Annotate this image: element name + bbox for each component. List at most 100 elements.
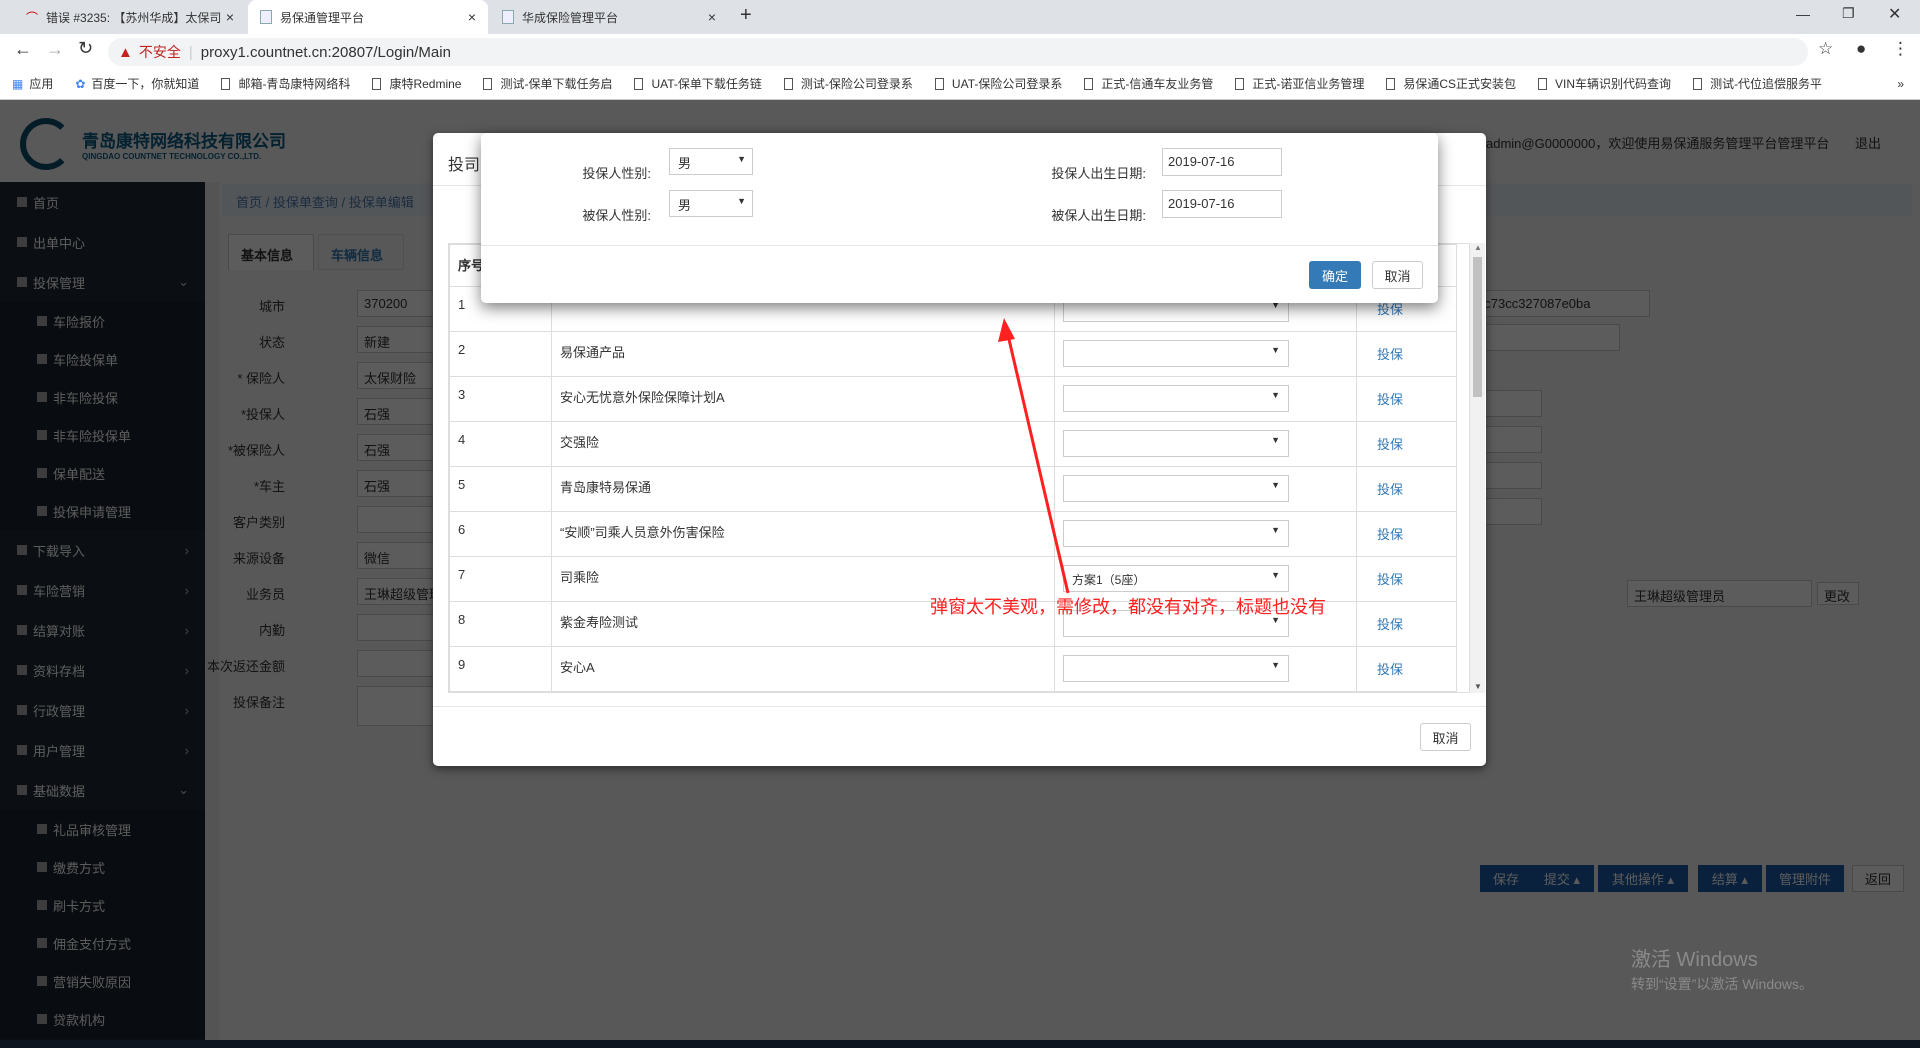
bookmark-item[interactable]: VIN车辆识别代码查询 bbox=[1538, 75, 1671, 92]
plan-select[interactable]: ▼ bbox=[1063, 475, 1289, 502]
sidebar-item[interactable]: 佣金支付方式 bbox=[0, 924, 205, 962]
url-text[interactable]: proxy1.countnet.cn:20807/Login/Main bbox=[201, 44, 451, 61]
insured-dob-input[interactable]: 2019-07-16 bbox=[1162, 190, 1282, 218]
plan-cell: ▼ bbox=[1054, 331, 1357, 377]
bookmarks-overflow-button[interactable]: » bbox=[1897, 77, 1904, 91]
bookmark-item[interactable]: 邮箱-青岛康特网络科 bbox=[221, 75, 350, 92]
sidebar-item[interactable]: 刷卡方式 bbox=[0, 886, 205, 924]
bookmark-item[interactable]: 正式-诺亚信业务管理 bbox=[1235, 75, 1364, 92]
insured-gender-select[interactable]: 男 ▼ bbox=[669, 190, 753, 217]
change-team-user-button[interactable]: 更改 bbox=[1817, 582, 1859, 605]
plan-select[interactable]: ▼ bbox=[1063, 520, 1289, 547]
action-button[interactable]: 返回 bbox=[1852, 865, 1904, 892]
bookmark-star-icon[interactable]: ☆ bbox=[1818, 39, 1833, 59]
close-tab-icon[interactable]: × bbox=[226, 9, 234, 25]
breadcrumb-item[interactable]: 投保单查询 bbox=[273, 195, 338, 210]
insure-link[interactable]: 投保 bbox=[1377, 662, 1403, 677]
scrollbar-thumb[interactable] bbox=[1473, 257, 1482, 397]
applicant-gender-select[interactable]: 男 ▼ bbox=[669, 148, 753, 175]
bookmark-item[interactable]: ✿ 百度一下，你就知道 bbox=[75, 75, 199, 92]
row-number: 4 bbox=[449, 421, 552, 467]
bookmark-item[interactable]: 测试-保单下载任务启 bbox=[483, 75, 612, 92]
browser-tab-bar: ⌒ 错误 #3235: 【苏州华成】太保司 × 易保通管理平台 × 华成保险管理平台 ×… bbox=[0, 0, 1920, 34]
minimize-button[interactable]: — bbox=[1796, 6, 1810, 22]
sidebar-item[interactable]: 礼品审核管理 bbox=[0, 810, 205, 848]
close-tab-icon[interactable]: × bbox=[708, 9, 716, 25]
browser-tab[interactable]: 华成保险管理平台 × bbox=[490, 0, 728, 34]
new-tab-button[interactable]: + bbox=[740, 4, 752, 27]
plan-select[interactable]: ▼ bbox=[1063, 430, 1289, 457]
sidebar-item[interactable]: 基础数据 ⌄ bbox=[0, 770, 205, 810]
modal-cancel-button[interactable]: 取消 bbox=[1420, 723, 1471, 751]
action-button[interactable]: 其他操作 ▴ bbox=[1598, 865, 1688, 892]
bookmark-item[interactable]: 测试-代位追偿服务平 bbox=[1693, 75, 1822, 92]
insure-link[interactable]: 投保 bbox=[1377, 527, 1403, 542]
breadcrumb-item[interactable]: 首页 bbox=[236, 195, 262, 210]
cancel-button[interactable]: 取消 bbox=[1372, 261, 1423, 289]
action-cell: 投保 bbox=[1356, 601, 1457, 647]
grid-icon bbox=[37, 900, 47, 910]
sidebar-item[interactable]: 贷款机构 bbox=[0, 1000, 205, 1038]
scroll-up-icon[interactable]: ▲ bbox=[1474, 243, 1482, 252]
close-tab-icon[interactable]: × bbox=[468, 9, 476, 25]
action-button[interactable]: 结算 ▴ bbox=[1698, 865, 1762, 892]
url-bar[interactable]: ▲ 不安全 | proxy1.countnet.cn:20807/Login/M… bbox=[108, 38, 1808, 66]
bookmark-item[interactable]: 测试-保险公司登录系 bbox=[783, 75, 913, 92]
caret-down-icon: ▼ bbox=[1271, 525, 1280, 535]
bookmark-item[interactable]: 易保通CS正式安装包 bbox=[1386, 75, 1516, 92]
tab-vehicle-info[interactable]: 车辆信息 bbox=[318, 234, 404, 270]
scroll-down-icon[interactable]: ▼ bbox=[1474, 682, 1482, 691]
grid-icon bbox=[37, 506, 47, 516]
tab-basic-info[interactable]: 基本信息 bbox=[228, 234, 314, 270]
browser-tab-active[interactable]: 易保通管理平台 × bbox=[248, 0, 488, 34]
back-button[interactable]: ← bbox=[14, 39, 32, 60]
plan-select[interactable]: ▼ bbox=[1063, 340, 1289, 367]
menu-icon bbox=[17, 625, 27, 635]
logout-link[interactable]: 退出 bbox=[1855, 133, 1881, 152]
caret-down-icon: ▼ bbox=[1271, 570, 1280, 580]
insure-link[interactable]: 投保 bbox=[1377, 437, 1403, 452]
bookmark-item[interactable]: UAT-保单下载任务链 bbox=[634, 75, 762, 92]
action-button[interactable]: 管理附件 bbox=[1766, 865, 1844, 892]
bookmark-page-icon bbox=[1386, 77, 1396, 90]
sidebar-item[interactable]: 缴费方式 bbox=[0, 848, 205, 886]
sidebar-item[interactable]: 营销失败原因 bbox=[0, 962, 205, 1000]
insure-link[interactable]: 投保 bbox=[1377, 482, 1403, 497]
insure-link[interactable]: 投保 bbox=[1377, 347, 1403, 362]
insure-link[interactable]: 投保 bbox=[1377, 392, 1403, 407]
insure-link[interactable]: 投保 bbox=[1377, 617, 1403, 632]
bookmark-item[interactable]: ▦ 应用 bbox=[12, 75, 53, 92]
sidebar-item[interactable]: 出单中心 bbox=[0, 222, 205, 262]
insure-link[interactable]: 投保 bbox=[1377, 572, 1403, 587]
text-field[interactable] bbox=[1470, 324, 1620, 351]
plan-select[interactable]: ▼ bbox=[1063, 385, 1289, 412]
restore-button[interactable]: ❐ bbox=[1842, 5, 1855, 22]
id-field[interactable]: bc73cc327087e0ba bbox=[1470, 290, 1650, 317]
bookmark-item[interactable]: 康特Redmine bbox=[372, 75, 461, 92]
grid-icon bbox=[37, 862, 47, 872]
field-label: 内勤 bbox=[258, 623, 285, 638]
forward-button[interactable]: → bbox=[46, 39, 64, 60]
action-button[interactable]: 提交 ▴ bbox=[1530, 865, 1594, 892]
applicant-dob-input[interactable]: 2019-07-16 bbox=[1162, 148, 1282, 176]
action-cell: 投保 bbox=[1356, 556, 1457, 602]
browser-tab[interactable]: ⌒ 错误 #3235: 【苏州华成】太保司 × bbox=[14, 0, 246, 34]
sidebar-item[interactable]: 用户管理 › bbox=[0, 730, 205, 770]
menu-icon[interactable]: ⋮ bbox=[1892, 39, 1909, 59]
profile-icon[interactable]: ● bbox=[1856, 39, 1866, 59]
table-scrollbar[interactable]: ▲ ▼ bbox=[1470, 243, 1485, 693]
confirm-button[interactable]: 确定 bbox=[1309, 261, 1361, 289]
close-window-button[interactable]: ✕ bbox=[1888, 4, 1901, 24]
insure-link[interactable]: 投保 bbox=[1377, 302, 1403, 317]
plan-select[interactable]: 方案1（5座） ▼ bbox=[1063, 565, 1289, 592]
field-label: * 保险人 bbox=[237, 371, 285, 386]
bookmark-item[interactable]: UAT-保险公司登录系 bbox=[934, 75, 1062, 92]
team-user-field[interactable]: 王琳超级管理员 bbox=[1627, 580, 1812, 607]
caret-down-icon: ▼ bbox=[1271, 390, 1280, 400]
bookmark-page-icon bbox=[1084, 77, 1094, 90]
plan-select[interactable]: ▼ bbox=[1063, 655, 1289, 682]
reload-button[interactable]: ↻ bbox=[78, 38, 93, 59]
sidebar-item[interactable]: 首页 bbox=[0, 182, 205, 222]
action-button[interactable]: 保存 bbox=[1480, 865, 1532, 892]
bookmark-item[interactable]: 正式-信通车友业务管 bbox=[1084, 75, 1213, 92]
